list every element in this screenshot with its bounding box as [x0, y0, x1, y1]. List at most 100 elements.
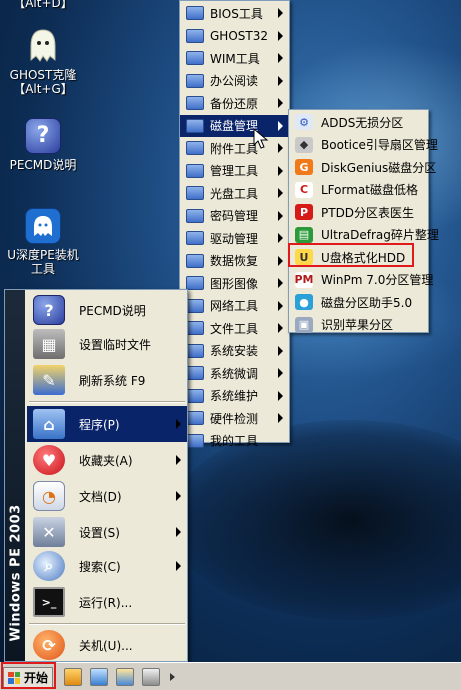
folder-icon	[186, 73, 204, 88]
programs-item-label: 数据恢复	[210, 254, 259, 269]
programs-item[interactable]: 管理工具	[180, 160, 289, 183]
disk-item[interactable]: C LFormat磁盘低格	[289, 179, 428, 202]
programs-item-label: 管理工具	[210, 164, 259, 179]
quicklaunch-tools-icon[interactable]	[116, 668, 134, 686]
submenu-arrow-icon	[176, 527, 181, 537]
disk-item[interactable]: P PTDD分区表医生	[289, 201, 428, 224]
disk-item-label: UltraDefrag碎片整理	[321, 228, 439, 243]
programs-item-label: 磁盘管理	[210, 119, 259, 134]
programs-item-label: 网络工具	[210, 299, 259, 314]
start-menu-separator	[29, 623, 185, 625]
programs-item[interactable]: 数据恢复	[180, 250, 289, 273]
folder-icon	[186, 6, 204, 21]
start-item-label: 搜索(C)	[79, 559, 121, 574]
programs-item-label: 密码管理	[210, 209, 259, 224]
start-item-favorites[interactable]: ♥ 收藏夹(A)	[27, 442, 187, 478]
start-item-documents[interactable]: ◔ 文档(D)	[27, 478, 187, 514]
folder-icon	[186, 208, 204, 223]
disk-item[interactable]: ▣ 识别苹果分区	[289, 314, 428, 337]
programs-item[interactable]: 密码管理	[180, 205, 289, 228]
submenu-arrow-icon	[278, 390, 283, 401]
disk-item[interactable]: ◆ Bootice引导扇区管理	[289, 134, 438, 157]
desktop-icon-ghost[interactable]: GHOST克隆 【Alt+G】	[0, 28, 86, 96]
quicklaunch-more-icon[interactable]	[166, 668, 180, 686]
desktop-icon-label: PECMD说明	[9, 158, 77, 172]
submenu-arrow-icon	[278, 255, 283, 266]
programs-item-label: 办公阅读	[210, 74, 259, 89]
disk-item-list: ⚙ ADDS无损分区 ◆ Bootice引导扇区管理 G DiskGenius磁盘分区 C L…	[289, 110, 439, 337]
apple-partition-icon: ▣	[295, 316, 313, 333]
programs-item[interactable]: WIM工具	[180, 47, 289, 70]
desktop-icon-label-2: 工具	[30, 262, 55, 276]
programs-item-label: 附件工具	[210, 141, 259, 156]
programs-item[interactable]: 我的工具	[180, 430, 289, 453]
programs-item-label: 系统维护	[210, 389, 259, 404]
disk-management-submenu: ⚙ ADDS无损分区 ◆ Bootice引导扇区管理 G DiskGenius磁盘分区 C L…	[288, 109, 439, 337]
programs-item[interactable]: 系统微调	[180, 362, 289, 385]
disk-item[interactable]: G DiskGenius磁盘分区	[289, 156, 436, 179]
start-item-programs[interactable]: ⌂ 程序(P)	[27, 406, 187, 442]
start-item-label: 运行(R)...	[79, 595, 133, 610]
programs-item[interactable]: 驱动管理	[180, 227, 289, 250]
folder-icon	[186, 298, 204, 313]
programs-item-label: GHOST32	[210, 28, 268, 43]
start-item-refresh[interactable]: ✎ 刷新系统 F9	[27, 362, 187, 398]
submenu-arrow-icon	[278, 75, 283, 86]
programs-item[interactable]: 备份还原	[180, 92, 289, 115]
programs-item[interactable]: BIOS工具	[180, 2, 289, 25]
desktop-icon-top[interactable]: 【Alt+D】	[0, 0, 86, 10]
programs-item[interactable]: 硬件检测	[180, 407, 289, 430]
ultradefrag-icon: ▤	[295, 226, 313, 243]
folder-icon	[186, 411, 204, 426]
disk-item-label: PTDD分区表医生	[321, 205, 415, 220]
disk-item[interactable]: ⚙ ADDS无损分区	[289, 111, 428, 134]
start-item-settings[interactable]: ✕ 设置(S)	[27, 514, 187, 550]
programs-item[interactable]: 系统维护	[180, 385, 289, 408]
submenu-arrow-icon	[278, 143, 283, 153]
folder-icon	[186, 343, 204, 358]
start-item-label: PECMD说明	[79, 303, 146, 318]
programs-item[interactable]: 附件工具	[180, 137, 289, 160]
quicklaunch-display-icon[interactable]	[90, 668, 108, 686]
submenu-arrow-icon	[278, 53, 283, 63]
disk-item-label: ADDS无损分区	[321, 115, 404, 130]
start-menu-separator	[29, 401, 185, 403]
programs-item[interactable]: 文件工具	[180, 317, 289, 340]
submenu-arrow-icon	[278, 323, 283, 333]
desktop-icon-pecmd[interactable]: ? PECMD说明	[0, 118, 86, 172]
programs-item-label: 图形图像	[210, 276, 259, 291]
command-prompt-icon: >_	[33, 587, 65, 617]
folder-icon	[186, 141, 204, 156]
programs-item[interactable]: 磁盘管理	[180, 114, 289, 137]
programs-item[interactable]: 办公阅读	[180, 70, 289, 93]
programs-item[interactable]: 网络工具	[180, 295, 289, 318]
start-item-label: 收藏夹(A)	[79, 453, 133, 468]
disk-item[interactable]: PM WinPm 7.0分区管理	[289, 269, 433, 292]
folder-icon	[186, 433, 204, 448]
start-item-temp-files[interactable]: ▦ 设置临时文件	[27, 326, 187, 362]
desktop-icon-udepth[interactable]: U深度PE装机 工具	[0, 208, 86, 276]
partition-assistant-icon: ●	[295, 294, 313, 311]
help-icon: ?	[25, 118, 61, 154]
quicklaunch-explorer-icon[interactable]	[64, 668, 82, 686]
start-item-search[interactable]: ⌕ 搜索(C)	[27, 548, 187, 584]
programs-item-label: BIOS工具	[210, 6, 263, 21]
disk-item[interactable]: ● 磁盘分区助手5.0	[289, 291, 428, 314]
programs-item-label: 光盘工具	[210, 186, 259, 201]
folder-icon	[186, 118, 204, 133]
submenu-arrow-icon	[278, 188, 283, 198]
programs-item[interactable]: 系统安装	[180, 340, 289, 363]
power-icon: ⟳	[33, 630, 65, 660]
programs-item[interactable]: 光盘工具	[180, 182, 289, 205]
folder-icon	[186, 321, 204, 336]
quicklaunch-printer-icon[interactable]	[142, 668, 160, 686]
start-item-run[interactable]: >_ 运行(R)...	[27, 584, 187, 620]
start-item-shutdown[interactable]: ⟳ 关机(U)...	[27, 627, 187, 663]
programs-item[interactable]: 图形图像	[180, 272, 289, 295]
start-item-pecmd[interactable]: ? PECMD说明	[27, 292, 187, 328]
start-menu: Windows PE 2003 ? PECMD说明 ▦ 设置临时文件 ✎ 刷新系…	[4, 289, 188, 662]
submenu-arrow-icon	[278, 233, 283, 243]
disk-item-label: 识别苹果分区	[321, 318, 394, 333]
programs-item[interactable]: GHOST32	[180, 25, 289, 48]
folder-icon	[186, 96, 204, 111]
